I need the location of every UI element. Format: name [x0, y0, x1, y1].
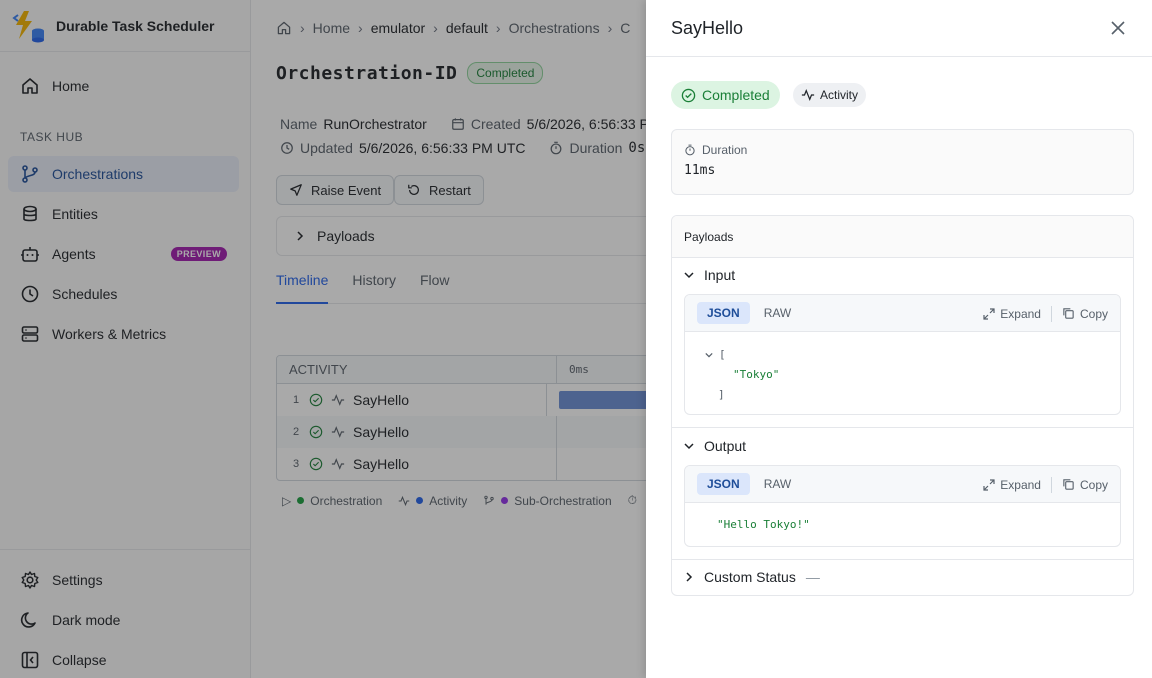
code-toolbar: JSON RAW Expand Copy: [685, 466, 1120, 503]
code-tools: Expand Copy: [983, 466, 1108, 503]
json-array-open: [: [705, 348, 726, 361]
type-badge: Activity: [793, 83, 867, 107]
status-label: Completed: [702, 87, 770, 103]
divider: [672, 559, 1133, 560]
duration-value: 11ms: [684, 163, 716, 178]
expand-button[interactable]: Expand: [983, 478, 1041, 492]
duration-label-row: Duration: [684, 143, 1121, 157]
details-drawer: SayHello Completed Activity Duration 11m…: [646, 0, 1152, 678]
type-label: Activity: [820, 88, 859, 102]
copy-button[interactable]: Copy: [1062, 478, 1108, 492]
raw-tab[interactable]: RAW: [764, 477, 792, 491]
input-label: Input: [704, 267, 736, 283]
expand-icon: [983, 478, 995, 491]
json-string: "Tokyo": [733, 368, 780, 381]
divider: [672, 427, 1133, 428]
json-tab[interactable]: JSON: [697, 473, 750, 495]
status-badge: Completed: [671, 81, 780, 109]
modal-backdrop[interactable]: [0, 0, 646, 678]
custom-status-toggle[interactable]: Custom Status —: [684, 569, 820, 585]
json-tab[interactable]: JSON: [697, 302, 750, 324]
output-toggle[interactable]: Output: [684, 438, 746, 454]
close-icon: [1111, 21, 1125, 35]
drawer-header: SayHello: [646, 0, 1152, 57]
input-toggle[interactable]: Input: [684, 267, 735, 283]
duration-card: Duration 11ms: [671, 129, 1134, 195]
duration-label: Duration: [702, 143, 748, 157]
expand-label: Expand: [1000, 306, 1041, 321]
expand-icon: [983, 307, 995, 320]
close-button[interactable]: [1106, 16, 1130, 40]
check-circle-icon: [681, 88, 696, 103]
json-string: "Hello Tokyo!": [717, 518, 810, 531]
copy-label: Copy: [1079, 477, 1108, 492]
chevron-down-icon: [684, 270, 694, 280]
expand-button[interactable]: Expand: [983, 307, 1041, 321]
code-toolbar: JSON RAW Expand Copy: [685, 295, 1120, 332]
json-array-close: ]: [718, 388, 725, 401]
chevron-right-icon: [684, 572, 694, 582]
timer-icon: [684, 144, 696, 156]
json-bracket: [: [719, 348, 726, 361]
output-label: Output: [704, 438, 747, 454]
divider: [1050, 476, 1052, 493]
custom-status-label: Custom Status: [704, 569, 796, 585]
drawer-title: SayHello: [671, 17, 744, 38]
copy-icon: [1062, 478, 1075, 491]
custom-status-value: —: [805, 569, 820, 585]
code-tools: Expand Copy: [983, 295, 1108, 332]
chevron-down-icon: [684, 441, 694, 451]
payloads-header: Payloads: [672, 216, 1133, 258]
chevron-down-icon[interactable]: [705, 351, 713, 359]
payloads-card: Payloads Input JSON RAW Expand Copy ["T…: [671, 215, 1134, 596]
output-code-box: JSON RAW Expand Copy "Hello Tokyo!": [684, 465, 1121, 547]
raw-tab[interactable]: RAW: [764, 306, 792, 320]
expand-label: Expand: [1000, 477, 1041, 492]
input-code-box: JSON RAW Expand Copy ["Tokyo"]: [684, 294, 1121, 415]
copy-label: Copy: [1079, 306, 1108, 321]
activity-icon: [801, 88, 815, 102]
copy-icon: [1062, 307, 1075, 320]
copy-button[interactable]: Copy: [1062, 307, 1108, 321]
divider: [1050, 305, 1052, 322]
